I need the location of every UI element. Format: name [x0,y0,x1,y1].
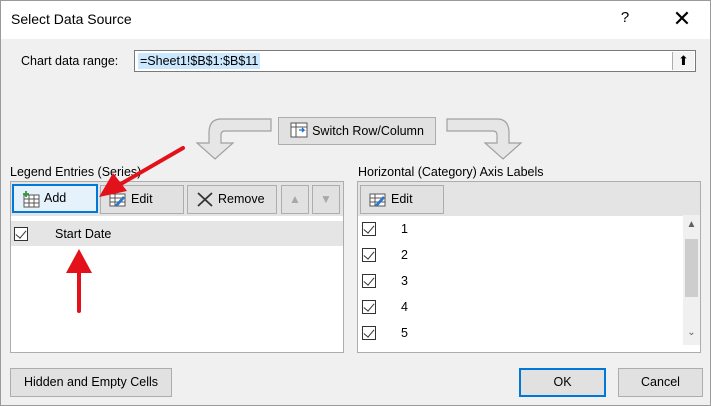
series-name: Start Date [55,227,112,241]
cancel-label: Cancel [641,375,680,389]
select-data-source-dialog: Select Data Source ? ✕ Chart data range:… [0,0,711,406]
cancel-button[interactable]: Cancel [618,368,703,397]
remove-series-label: Remove [218,192,265,206]
red-annotation-arrow-up-icon [66,249,92,313]
scroll-thumb[interactable] [685,239,698,297]
axis-labels-label: Horizontal (Category) Axis Labels [358,165,544,179]
axis-item-label: 5 [401,326,408,340]
down-arrow-icon: ▼ [320,192,332,206]
up-arrow-icon: ▲ [289,192,301,206]
hidden-empty-cells-button[interactable]: Hidden and Empty Cells [10,368,172,397]
add-series-label: Add [44,191,67,205]
chart-data-range-input[interactable]: =Sheet1!$B$1:$B$11 ⬆ [134,50,696,72]
ok-button[interactable]: OK [519,368,606,397]
upload-arrow-icon: ⬆ [678,53,689,68]
scroll-down-icon[interactable]: ⌄ [683,327,700,338]
axis-item-checkbox[interactable] [362,248,376,262]
axis-item-checkbox[interactable] [362,326,376,340]
collapse-range-button[interactable]: ⬆ [672,52,694,70]
edit-axis-labels-label: Edit [391,192,413,206]
right-curved-arrow-icon [446,118,523,160]
axis-item-label: 2 [401,248,408,262]
axis-item-checkbox[interactable] [362,274,376,288]
hidden-empty-cells-label: Hidden and Empty Cells [23,375,159,389]
add-series-button[interactable]: Add [12,184,98,213]
axis-item-2[interactable]: 2 [359,242,683,268]
switch-row-column-icon [290,122,308,138]
axis-item-checkbox[interactable] [362,222,376,236]
add-table-icon [23,191,40,208]
move-up-button[interactable]: ▲ [281,185,309,214]
dialog-title: Select Data Source [11,11,132,27]
switch-row-column-button[interactable]: Switch Row/Column [278,117,436,145]
edit-axis-labels-button[interactable]: Edit [360,185,444,214]
axis-item-3[interactable]: 3 [359,268,683,294]
left-curved-arrow-icon [195,118,272,160]
remove-x-icon [197,192,213,207]
title-bar: Select Data Source ? ✕ [1,1,710,39]
axis-item-5[interactable]: 5 [359,320,683,346]
red-annotation-arrow-icon [99,146,185,197]
move-down-button[interactable]: ▼ [312,185,340,214]
axis-item-4[interactable]: 4 [359,294,683,320]
remove-series-button[interactable]: Remove [187,185,277,214]
chart-data-range-value: =Sheet1!$B$1:$B$11 [138,53,261,69]
ok-label: OK [553,375,572,389]
scroll-up-icon[interactable]: ▲ [683,219,700,230]
axis-item-label: 3 [401,274,408,288]
axis-scrollbar[interactable]: ▲ ⌄ [683,215,700,345]
help-button[interactable]: ? [615,9,635,31]
axis-item-label: 4 [401,300,408,314]
axis-item-checkbox[interactable] [362,300,376,314]
edit-table-icon [369,193,386,207]
close-button[interactable]: ✕ [669,6,695,32]
switch-row-column-label: Switch Row/Column [312,124,424,138]
axis-item-label: 1 [401,222,408,236]
series-checkbox[interactable] [14,227,28,241]
series-row-start-date[interactable]: Start Date [11,221,343,246]
chart-data-range-label: Chart data range: [21,54,119,68]
axis-item-1[interactable]: 1 [359,216,683,242]
